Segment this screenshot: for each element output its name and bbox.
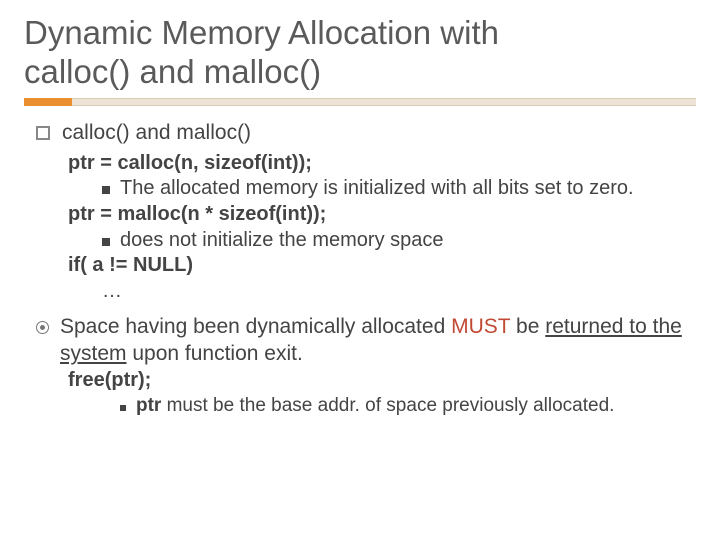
free-paragraph: Space having been dynamically allocated … — [60, 314, 696, 368]
code-if-null: if( a != NULL) — [68, 253, 696, 279]
square-icon — [102, 186, 110, 194]
note3a: ptr — [136, 395, 161, 416]
accent-orange — [24, 98, 72, 106]
code-ellipsis: … — [102, 279, 696, 305]
small-square-icon — [120, 405, 126, 411]
bullet-free-para: Space having been dynamically allocated … — [36, 314, 696, 368]
note3b: must be the base addr. of space previous… — [161, 395, 614, 416]
bullet-heading: calloc() and malloc() — [36, 120, 696, 147]
p2b: be — [510, 315, 545, 338]
note-free: ptr must be the base addr. of space prev… — [120, 394, 696, 418]
slide-body: calloc() and malloc() ptr = calloc(n, si… — [24, 120, 696, 418]
p2a: Space having been dynamically allocated — [60, 315, 451, 338]
hollow-square-icon — [36, 126, 50, 140]
target-icon — [36, 321, 49, 334]
code-calloc: ptr = calloc(n, sizeof(int)); — [68, 151, 696, 177]
title-underline — [24, 98, 696, 106]
code-free: free(ptr); — [68, 368, 696, 394]
heading-text: calloc() and malloc() — [62, 120, 251, 147]
square-icon — [102, 238, 110, 246]
title-line-1: Dynamic Memory Allocation with — [24, 14, 499, 51]
accent-tan — [72, 98, 696, 106]
note-calloc: The allocated memory is initialized with… — [102, 176, 696, 202]
title-line-2: calloc() and malloc() — [24, 53, 321, 90]
note-free-text: ptr must be the base addr. of space prev… — [136, 394, 614, 418]
note-malloc-text: does not initialize the memory space — [120, 228, 444, 254]
p2-must: MUST — [451, 315, 510, 338]
note-malloc: does not initialize the memory space — [102, 228, 696, 254]
note-calloc-text: The allocated memory is initialized with… — [120, 176, 634, 202]
slide-title: Dynamic Memory Allocation with calloc() … — [24, 14, 696, 92]
p2d: upon function exit. — [127, 342, 303, 365]
code-malloc: ptr = malloc(n * sizeof(int)); — [68, 202, 696, 228]
